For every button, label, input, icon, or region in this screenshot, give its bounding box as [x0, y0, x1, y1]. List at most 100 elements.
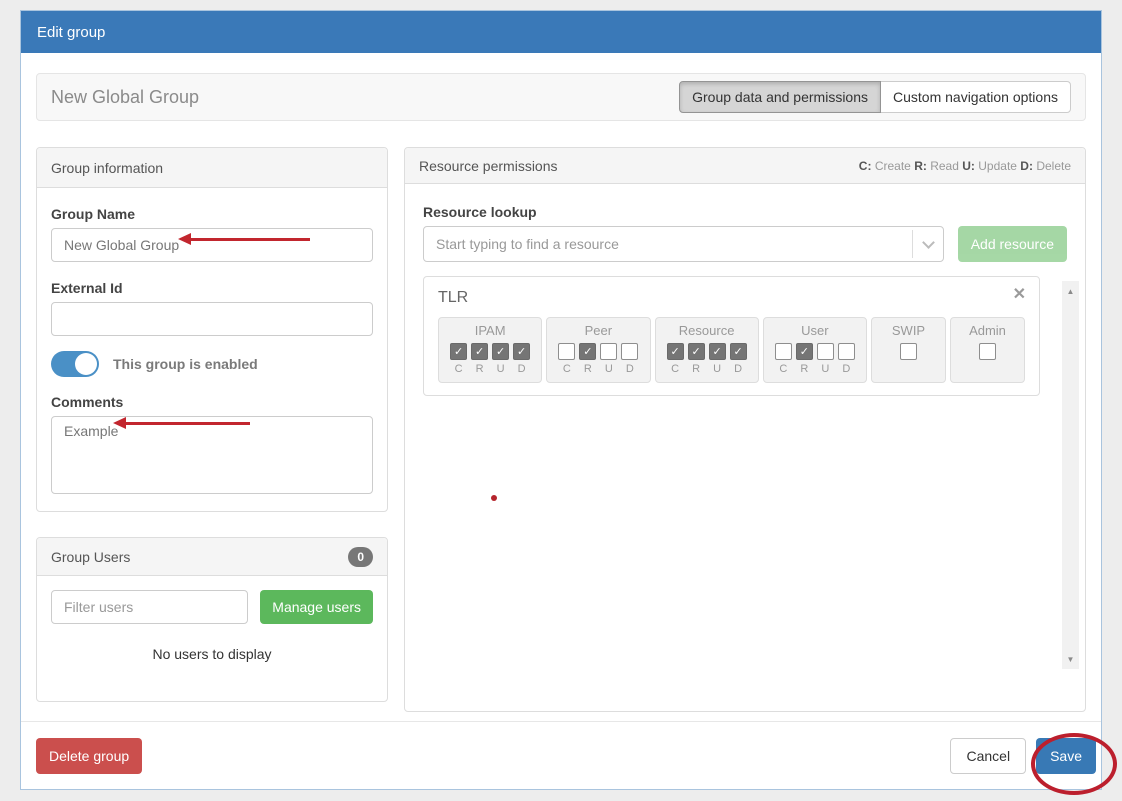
permission-group-peer: Peer ✓ CRUD: [546, 317, 650, 383]
group-name-label: Group Name: [51, 206, 373, 222]
filter-users-input[interactable]: [51, 590, 248, 624]
legend-key-update: U:: [962, 159, 975, 173]
permission-group-title: SWIP: [876, 323, 941, 338]
crud-letters: CRUD: [551, 363, 645, 375]
modal-body: New Global Group Group data and permissi…: [21, 53, 1101, 712]
tab-custom-navigation-options[interactable]: Custom navigation options: [880, 81, 1071, 113]
comments-textarea[interactable]: Example: [51, 416, 373, 494]
legend-key-create: C:: [859, 159, 872, 173]
group-users-controls: Manage users: [37, 576, 387, 624]
checkbox-peer-c[interactable]: [558, 343, 575, 360]
checkbox-user-c[interactable]: [775, 343, 792, 360]
comments-label: Comments: [51, 394, 373, 410]
view-tabs: Group data and permissions Custom naviga…: [679, 81, 1071, 113]
legend-label-delete: Delete: [1036, 159, 1071, 173]
no-users-message: No users to display: [37, 646, 387, 662]
group-users-title: Group Users: [51, 549, 130, 565]
annotation-arrow-group-name: [191, 238, 310, 241]
enabled-toggle-row: This group is enabled: [51, 351, 373, 377]
permission-group-admin: Admin: [950, 317, 1025, 383]
page-title: New Global Group: [51, 87, 199, 108]
permission-group-title: Resource: [660, 323, 754, 338]
annotation-dot: [491, 495, 497, 501]
crud-letters: CRUD: [660, 363, 754, 375]
legend-label-read: Read: [930, 159, 959, 173]
group-information-panel: Group information Group Name External Id…: [36, 147, 388, 512]
permission-group-title: IPAM: [443, 323, 537, 338]
checkbox-peer-u[interactable]: [600, 343, 617, 360]
group-users-panel: Group Users 0 Manage users No users to d…: [36, 537, 388, 702]
legend-label-create: Create: [875, 159, 911, 173]
resource-name: TLR: [438, 289, 1025, 307]
checkbox-ipam-r[interactable]: ✓: [471, 343, 488, 360]
permission-group-user: User ✓ CRUD: [763, 317, 867, 383]
annotation-arrow-comments: [126, 422, 250, 425]
resource-lookup-row: Add resource: [423, 226, 1067, 262]
checkbox-ipam-d[interactable]: ✓: [513, 343, 530, 360]
crud-letters: CRUD: [443, 363, 537, 375]
modal-footer: Delete group Cancel Save: [21, 721, 1101, 789]
resource-permissions-heading: Resource permissions C: Create R: Read U…: [405, 148, 1085, 184]
legend-key-read: R:: [914, 159, 927, 173]
checkbox-user-d[interactable]: [838, 343, 855, 360]
group-enabled-toggle[interactable]: [51, 351, 99, 377]
toggle-knob-icon: [75, 353, 97, 375]
group-information-title: Group information: [51, 160, 163, 176]
resource-card-tlr: TLR ✕ IPAM✓✓✓✓CRUDPeer✓CRUDResource✓✓✓✓C…: [423, 276, 1040, 396]
checkbox-ipam-c[interactable]: ✓: [450, 343, 467, 360]
group-name-input[interactable]: [51, 228, 373, 262]
crud-letters: CRUD: [768, 363, 862, 375]
close-icon[interactable]: ✕: [1013, 287, 1026, 303]
resource-permissions-panel: Resource permissions C: Create R: Read U…: [404, 147, 1086, 712]
group-information-heading: Group information: [37, 148, 387, 188]
checkbox-peer-d[interactable]: [621, 343, 638, 360]
scroll-up-icon[interactable]: ▲: [1062, 283, 1079, 299]
tab-group-data-and-permissions[interactable]: Group data and permissions: [679, 81, 881, 113]
checkbox-resource-d[interactable]: ✓: [730, 343, 747, 360]
permission-group-resource: Resource✓✓✓✓CRUD: [655, 317, 759, 383]
checkbox-ipam-u[interactable]: ✓: [492, 343, 509, 360]
add-resource-button[interactable]: Add resource: [958, 226, 1067, 262]
vertical-scrollbar[interactable]: ▲ ▼: [1062, 281, 1079, 669]
permission-group-title: Admin: [955, 323, 1020, 338]
chevron-down-icon: [922, 236, 935, 249]
checkbox-user-r[interactable]: ✓: [796, 343, 813, 360]
permission-group-ipam: IPAM✓✓✓✓CRUD: [438, 317, 542, 383]
scroll-down-icon[interactable]: ▼: [1062, 651, 1079, 667]
permission-group-title: Peer: [551, 323, 645, 338]
resource-permissions-body: Resource lookup Add resource TLR: [405, 184, 1085, 416]
resource-lookup-label: Resource lookup: [423, 204, 1067, 220]
edit-group-modal: Edit group New Global Group Group data a…: [20, 10, 1102, 790]
crud-legend: C: Create R: Read U: Update D: Delete: [859, 159, 1071, 173]
checkbox-peer-r[interactable]: ✓: [579, 343, 596, 360]
legend-key-delete: D:: [1020, 159, 1033, 173]
resource-lookup-input[interactable]: [423, 226, 944, 262]
modal-title: Edit group: [37, 24, 105, 41]
resource-lookup-wrap: [423, 226, 944, 262]
delete-group-button[interactable]: Delete group: [36, 738, 142, 774]
left-column: Group information Group Name External Id…: [36, 147, 388, 712]
permission-group-swip: SWIP: [871, 317, 946, 383]
external-id-label: External Id: [51, 280, 373, 296]
manage-users-button[interactable]: Manage users: [260, 590, 373, 624]
resource-lookup-dropdown[interactable]: [912, 230, 944, 258]
checkbox-resource-u[interactable]: ✓: [709, 343, 726, 360]
checkbox-user-u[interactable]: [817, 343, 834, 360]
resource-permissions-title: Resource permissions: [419, 158, 558, 174]
checkbox-admin[interactable]: [979, 343, 996, 360]
checkbox-swip[interactable]: [900, 343, 917, 360]
legend-label-update: Update: [978, 159, 1017, 173]
checkbox-resource-r[interactable]: ✓: [688, 343, 705, 360]
user-count-badge: 0: [348, 547, 373, 567]
external-id-input[interactable]: [51, 302, 373, 336]
title-bar: New Global Group Group data and permissi…: [36, 73, 1086, 121]
permission-group-title: User: [768, 323, 862, 338]
group-users-heading: Group Users 0: [37, 538, 387, 576]
enabled-toggle-label: This group is enabled: [113, 356, 258, 372]
right-column: Resource permissions C: Create R: Read U…: [404, 147, 1086, 712]
cancel-button[interactable]: Cancel: [950, 738, 1026, 774]
annotation-circle-save: [1031, 733, 1117, 795]
checkbox-resource-c[interactable]: ✓: [667, 343, 684, 360]
permission-groups: IPAM✓✓✓✓CRUDPeer✓CRUDResource✓✓✓✓CRUDUse…: [438, 317, 1025, 383]
modal-header: Edit group: [21, 11, 1101, 53]
